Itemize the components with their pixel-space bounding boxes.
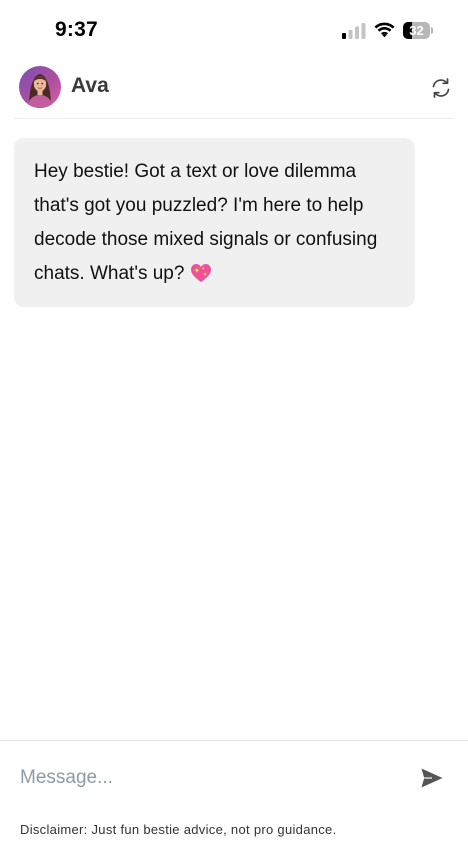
avatar[interactable] xyxy=(19,66,61,108)
chat-screen: 9:37 32 Ava Hey bestie! Got a text or lo… xyxy=(0,0,468,851)
battery-body: 32 xyxy=(403,22,430,39)
send-icon[interactable] xyxy=(420,767,444,789)
battery-nub xyxy=(431,27,433,34)
battery-percent: 32 xyxy=(409,23,424,38)
message-text: Hey bestie! Got a text or love dilemma t… xyxy=(34,155,395,291)
battery-icon: 32 xyxy=(403,22,433,39)
sparkling-heart-icon xyxy=(191,264,212,282)
composer: Disclaimer: Just fun bestie advice, not … xyxy=(0,740,468,851)
status-time: 9:37 xyxy=(55,18,98,41)
cellular-signal-icon xyxy=(342,23,366,39)
avatar-image xyxy=(19,66,61,108)
message-input[interactable] xyxy=(20,761,400,795)
message-bubble: Hey bestie! Got a text or love dilemma t… xyxy=(14,138,415,307)
chat-header: Ava xyxy=(14,60,454,119)
disclaimer: Disclaimer: Just fun bestie advice, not … xyxy=(20,822,337,837)
wifi-icon xyxy=(374,22,395,38)
status-bar: 9:37 32 xyxy=(0,0,468,60)
refresh-icon[interactable] xyxy=(429,76,453,100)
chat-title: Ava xyxy=(71,74,109,97)
